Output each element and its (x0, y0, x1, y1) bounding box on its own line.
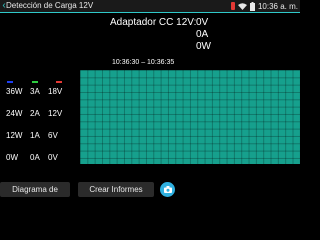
y-row: 24W 2A 12V (0, 109, 80, 119)
status-bar: ‹ Detección de Carga 12V 10:36 a. m. (0, 0, 300, 12)
diagram-button[interactable]: Diagrama de (0, 182, 70, 197)
status-icons: 10:36 a. m. (230, 0, 298, 12)
adapter-label: Adaptador CC 12V: (110, 17, 197, 28)
y-row: 0W 0A 0V (0, 153, 80, 163)
legend-red-mark (56, 81, 62, 83)
y-label-current: 1A (30, 131, 40, 140)
divider (0, 12, 300, 13)
round-action-button[interactable] (160, 182, 175, 197)
legend-green-mark (32, 81, 38, 83)
y-label-power: 36W (6, 87, 23, 96)
current-value: 0A (196, 29, 209, 40)
y-label-voltage: 6V (48, 131, 58, 140)
create-reports-button[interactable]: Crear Informes (78, 182, 154, 197)
y-label-power: 24W (6, 109, 23, 118)
red-status-icon (230, 2, 235, 10)
plot-area (80, 70, 300, 164)
y-row: 12W 1A 6V (0, 131, 80, 141)
clock: 10:36 a. m. (257, 1, 298, 11)
battery-icon (249, 1, 255, 11)
y-label-power: 12W (6, 131, 23, 140)
wifi-icon (237, 2, 247, 10)
y-label-current: 3A (30, 87, 40, 96)
y-label-voltage: 12V (48, 109, 63, 118)
legend-blue-mark (7, 81, 13, 83)
y-label-current: 2A (30, 109, 40, 118)
y-label-current: 0A (30, 153, 40, 162)
y-row: 36W 3A 18V (0, 87, 80, 97)
time-range: 10:36:30 – 10:36:35 (112, 59, 175, 66)
y-label-voltage: 0V (48, 153, 58, 162)
y-label-voltage: 18V (48, 87, 63, 96)
camera-icon (163, 186, 172, 193)
power-value: 0W (196, 41, 211, 52)
y-label-power: 0W (6, 153, 18, 162)
app-title: Detección de Carga 12V (6, 1, 94, 10)
voltage-value: 0V (196, 17, 209, 28)
